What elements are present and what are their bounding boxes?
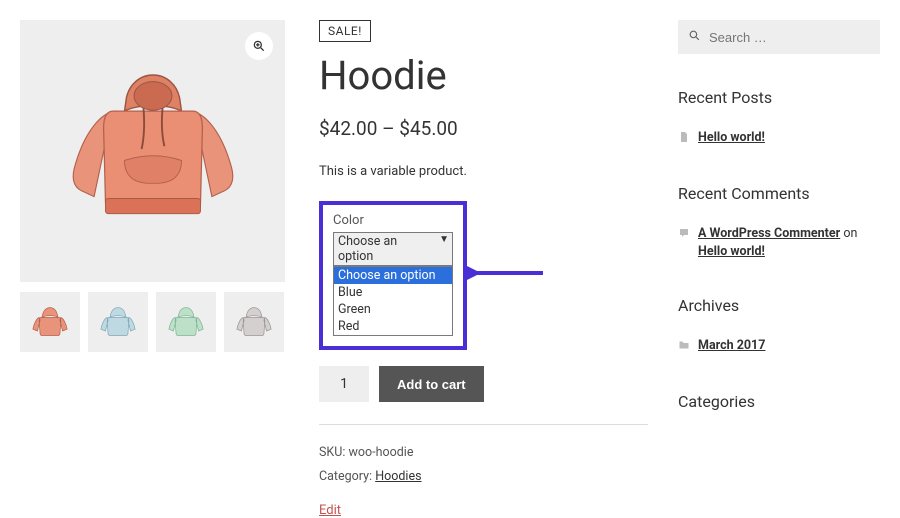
recent-posts-widget: Recent Posts Hello world! [678, 88, 880, 150]
comment-post-link[interactable]: Hello world! [698, 244, 765, 259]
product-meta: SKU: woo-hoodie Category: Hoodies [319, 424, 648, 489]
archives-title: Archives [678, 296, 880, 315]
product-summary: SALE! Hoodie $42.00 – $45.00 This is a v… [285, 20, 678, 518]
comment-on-text: on [840, 226, 857, 241]
comment-icon [678, 226, 690, 246]
product-title: Hoodie [319, 52, 648, 99]
variation-label: Color [333, 213, 453, 228]
zoom-icon[interactable] [245, 32, 273, 60]
recent-posts-title: Recent Posts [678, 88, 880, 107]
product-gallery [20, 20, 285, 518]
color-option[interactable]: Choose an option [334, 267, 452, 284]
color-dropdown[interactable]: Choose an option Blue Green Red [333, 266, 453, 336]
product-price: $42.00 – $45.00 [319, 117, 648, 140]
archives-widget: Archives March 2017 [678, 296, 880, 358]
recent-post-link[interactable]: Hello world! [698, 129, 765, 148]
category-link[interactable]: Hoodies [375, 469, 421, 484]
variation-highlight-box: Color Choose an option Choose an option … [319, 201, 467, 350]
sku-value: woo-hoodie [349, 445, 414, 460]
thumbnail[interactable] [224, 292, 284, 352]
edit-link[interactable]: Edit [319, 503, 341, 518]
product-main-image[interactable] [20, 20, 285, 282]
search-icon [688, 29, 701, 46]
recent-comments-widget: Recent Comments A WordPress Commenter on… [678, 184, 880, 263]
sku-label: SKU: [319, 445, 349, 460]
archive-link[interactable]: March 2017 [698, 337, 765, 356]
document-icon [678, 130, 690, 150]
product-description: This is a variable product. [319, 164, 648, 179]
folder-icon [678, 338, 690, 358]
thumbnail[interactable] [20, 292, 80, 352]
color-option[interactable]: Red [334, 318, 452, 335]
categories-widget: Categories [678, 392, 880, 411]
color-option[interactable]: Green [334, 301, 452, 318]
category-label: Category: [319, 469, 375, 484]
sale-badge: SALE! [319, 20, 371, 42]
categories-title: Categories [678, 392, 880, 411]
search-box[interactable] [678, 20, 880, 54]
thumbnail[interactable] [156, 292, 216, 352]
search-input[interactable] [709, 30, 870, 45]
sidebar: Recent Posts Hello world! Recent Comment… [678, 20, 880, 518]
color-select[interactable]: Choose an option [333, 232, 453, 266]
color-option[interactable]: Blue [334, 284, 452, 301]
comment-author-link[interactable]: A WordPress Commenter [698, 226, 840, 241]
product-thumbnails [20, 292, 285, 352]
thumbnail[interactable] [88, 292, 148, 352]
product-image [58, 51, 248, 251]
recent-comments-title: Recent Comments [678, 184, 880, 203]
quantity-input[interactable]: 1 [319, 366, 369, 402]
add-to-cart-button[interactable]: Add to cart [379, 366, 484, 402]
